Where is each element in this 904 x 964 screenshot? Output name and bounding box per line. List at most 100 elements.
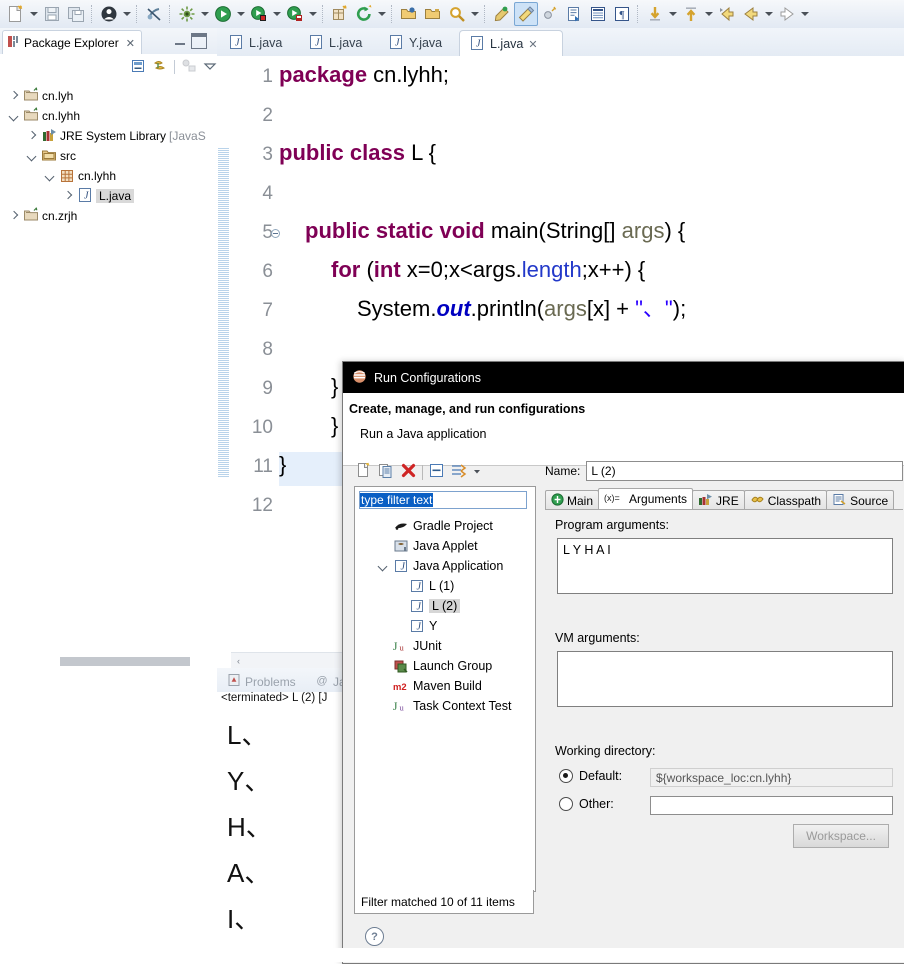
config-item-l--2-[interactable]: J L (2)	[355, 596, 535, 616]
tree-twisty-icon[interactable]	[26, 130, 39, 143]
prev-annotation-dropdown-arrow[interactable]	[703, 2, 715, 26]
tree-twisty-icon[interactable]	[26, 150, 39, 163]
package-explorer-tab[interactable]: Package Explorer ✕	[2, 30, 142, 55]
view-menu-icon[interactable]	[203, 59, 217, 76]
tree-item-cn-lyhh[interactable]: cn.lyhh	[0, 106, 217, 126]
filter-icon[interactable]	[450, 462, 467, 482]
prev-annotation-up-icon[interactable]	[679, 2, 703, 26]
help-icon[interactable]: ?	[365, 927, 384, 946]
save-all-icon[interactable]	[64, 2, 88, 26]
tree-item-jre-system-library[interactable]: JRE System Library [JavaS	[0, 126, 217, 146]
next-annotation-dropdown-arrow[interactable]	[667, 2, 679, 26]
launch-config-tree[interactable]: Gradle Project Java Applet J Java Applicati…	[355, 513, 535, 716]
search-icon[interactable]	[445, 2, 469, 26]
open-type-icon[interactable]	[397, 2, 421, 26]
open-resource-icon[interactable]	[421, 2, 445, 26]
tree-item-cn-zrjh[interactable]: cn.zrjh	[0, 206, 217, 226]
run-dropdown-arrow[interactable]	[235, 2, 247, 26]
outline-icon[interactable]	[586, 2, 610, 26]
forward-icon[interactable]	[775, 2, 799, 26]
new-launch-configuration-icon[interactable]	[356, 462, 373, 482]
new-dropdown-arrow[interactable]	[28, 2, 40, 26]
coverage-icon[interactable]	[283, 2, 307, 26]
package-explorer-hscroll-thumb[interactable]	[60, 657, 190, 666]
filter-input[interactable]: type filter text	[359, 491, 527, 509]
config-item-l--1-[interactable]: J L (1)	[355, 576, 535, 596]
other-directory-radio-row[interactable]: Other:	[559, 797, 614, 811]
tree-item-cn-lyh[interactable]: cn.lyh	[0, 86, 217, 106]
dialog-tab-arguments[interactable]: (x)= Arguments	[598, 488, 694, 510]
person-icon[interactable]	[97, 2, 121, 26]
annotation-icon[interactable]	[490, 2, 514, 26]
person-dropdown-arrow[interactable]	[121, 2, 133, 26]
tree-twisty-icon[interactable]	[377, 560, 390, 573]
dialog-title-bar[interactable]: Run Configurations	[343, 362, 904, 393]
dialog-tab-main[interactable]: Main	[545, 490, 600, 510]
focus-on-active-task-icon[interactable]	[181, 58, 197, 77]
config-item-task-context-test[interactable]: Ju Task Context Test	[355, 696, 535, 716]
program-arguments-textarea[interactable]: L Y H A I	[557, 538, 893, 594]
search-dropdown-arrow[interactable]	[469, 2, 481, 26]
tree-twisty-icon[interactable]	[8, 90, 21, 103]
tree-item-cn-lyhh[interactable]: cn.lyhh	[0, 166, 217, 186]
workspace-button[interactable]: Workspace...	[793, 824, 889, 848]
coverage-dropdown-arrow[interactable]	[307, 2, 319, 26]
next-annotation-icon[interactable]	[562, 2, 586, 26]
tree-twisty-icon[interactable]	[8, 110, 21, 123]
back-history-icon[interactable]	[715, 2, 739, 26]
minimize-icon[interactable]	[174, 34, 187, 47]
config-item-launch-group[interactable]: Launch Group	[355, 656, 535, 676]
editor-overview-ruler[interactable]	[217, 56, 231, 668]
run-external-tools-icon[interactable]	[247, 2, 271, 26]
back-dropdown-arrow[interactable]	[763, 2, 775, 26]
default-radio-button[interactable]	[559, 769, 573, 783]
config-item-maven-build[interactable]: m2 Maven Build	[355, 676, 535, 696]
collapse-all-icon[interactable]	[428, 462, 445, 482]
new-icon[interactable]	[4, 2, 28, 26]
package-explorer-tree[interactable]: cn.lyh cn.lyhh JRE System Library [JavaS src…	[0, 80, 217, 674]
tree-item-src[interactable]: src	[0, 146, 217, 166]
other-radio-button[interactable]	[559, 797, 573, 811]
scroll-left-icon[interactable]: ‹	[231, 656, 246, 666]
package-explorer-hscrollbar[interactable]	[0, 655, 217, 668]
run-icon[interactable]	[211, 2, 235, 26]
maximize-icon[interactable]	[191, 33, 207, 49]
default-directory-radio-row[interactable]: Default:	[559, 769, 622, 783]
filter-dropdown-arrow[interactable]	[472, 465, 482, 479]
close-icon[interactable]: ✕	[126, 37, 135, 50]
other-directory-field[interactable]	[650, 796, 893, 815]
delete-icon[interactable]	[400, 462, 417, 482]
forward-dropdown-arrow[interactable]	[799, 2, 811, 26]
refresh-dropdown-arrow[interactable]	[376, 2, 388, 26]
debug-icon[interactable]	[175, 2, 199, 26]
editor-tab-active[interactable]: J L.java ✕	[459, 30, 563, 58]
debug-dropdown-arrow[interactable]	[199, 2, 211, 26]
pencil-icon[interactable]	[514, 2, 538, 26]
name-input[interactable]: L (2)	[586, 461, 903, 481]
paragraph-icon[interactable]: ¶	[610, 2, 634, 26]
duplicate-icon[interactable]	[378, 462, 395, 482]
back-icon[interactable]	[739, 2, 763, 26]
next-annotation-down-icon[interactable]	[643, 2, 667, 26]
tree-item-l-java[interactable]: J L.java	[0, 186, 217, 206]
vm-arguments-textarea[interactable]	[557, 651, 893, 707]
config-item-java-applet[interactable]: Java Applet	[355, 536, 535, 556]
save-icon[interactable]	[40, 2, 64, 26]
tree-twisty-icon[interactable]	[8, 210, 21, 223]
toggle-mark-icon[interactable]	[538, 2, 562, 26]
config-item-gradle-project[interactable]: Gradle Project	[355, 516, 535, 536]
config-item-java-application[interactable]: J Java Application	[355, 556, 535, 576]
dialog-tab-jre[interactable]: JRE	[692, 490, 745, 510]
disabled-link-icon[interactable]	[142, 2, 166, 26]
config-item-junit[interactable]: Ju JUnit	[355, 636, 535, 656]
config-item-y[interactable]: JY	[355, 616, 535, 636]
dialog-tab-classpath[interactable]: Classpath	[743, 490, 828, 510]
collapse-all-icon[interactable]	[130, 58, 146, 77]
tree-twisty-icon[interactable]	[44, 170, 57, 183]
link-with-editor-icon[interactable]	[152, 58, 168, 77]
tree-twisty-icon[interactable]	[62, 190, 75, 203]
new-package-icon[interactable]	[328, 2, 352, 26]
console-tab[interactable]: Problems	[221, 671, 302, 692]
refresh-icon[interactable]	[352, 2, 376, 26]
run-external-dropdown-arrow[interactable]	[271, 2, 283, 26]
